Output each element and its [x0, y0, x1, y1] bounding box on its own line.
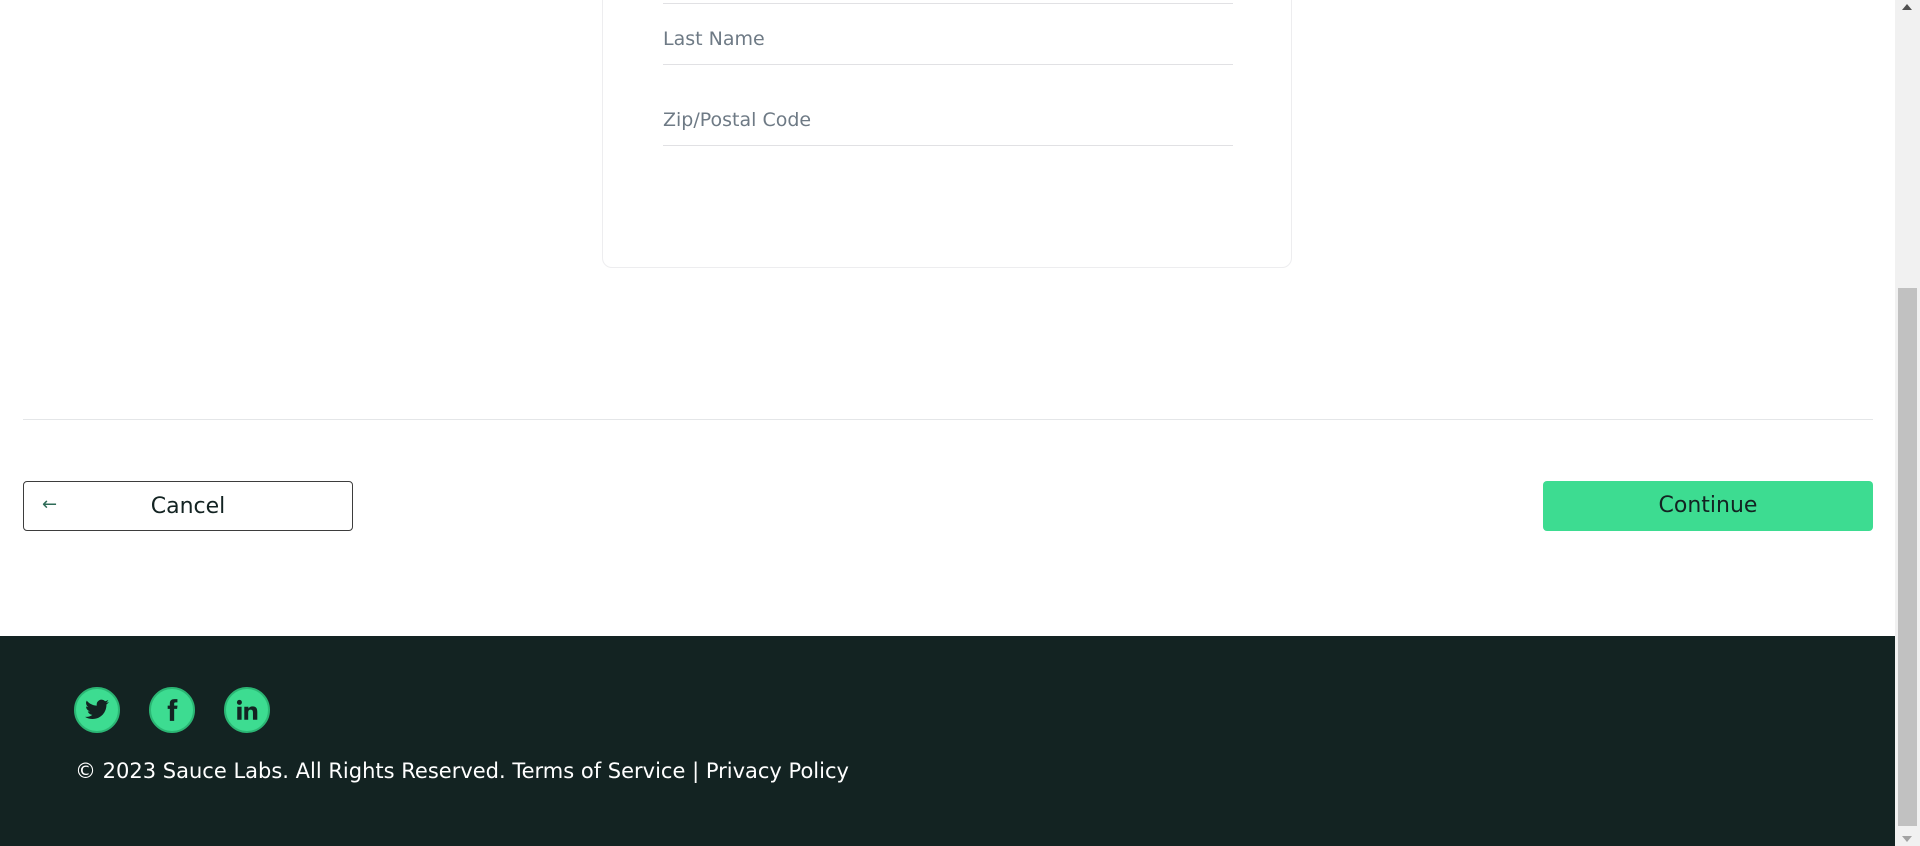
linkedin-icon — [236, 699, 258, 720]
twitter-link[interactable] — [74, 687, 120, 733]
zip-code-input[interactable] — [663, 109, 1233, 131]
scrollbar-thumb[interactable] — [1898, 288, 1917, 826]
scroll-up-arrow-icon[interactable] — [1902, 4, 1912, 10]
facebook-link[interactable] — [149, 687, 195, 733]
twitter-icon — [85, 699, 109, 719]
last-name-input[interactable] — [663, 28, 1233, 50]
section-divider — [23, 419, 1873, 420]
continue-button-label: Continue — [1658, 493, 1758, 518]
footer: © 2023 Sauce Labs. All Rights Reserved. … — [0, 636, 1895, 846]
copyright-text: © 2023 Sauce Labs. All Rights Reserved. … — [75, 759, 849, 783]
facebook-icon — [167, 699, 178, 721]
continue-button[interactable]: Continue — [1543, 481, 1873, 531]
linkedin-link[interactable] — [224, 687, 270, 733]
page-viewport: ← Cancel Continue © 2023 Sauce Labs. All… — [0, 0, 1895, 846]
cancel-button[interactable]: ← Cancel — [23, 481, 353, 531]
cancel-button-label: Cancel — [150, 494, 226, 519]
last-name-field-wrapper — [663, 5, 1233, 65]
vertical-scrollbar[interactable] — [1895, 0, 1920, 846]
zip-field-wrapper — [663, 86, 1233, 146]
first-name-field-wrapper — [663, 0, 1233, 4]
checkout-info-form — [602, 0, 1292, 268]
scroll-down-arrow-icon[interactable] — [1902, 836, 1912, 842]
